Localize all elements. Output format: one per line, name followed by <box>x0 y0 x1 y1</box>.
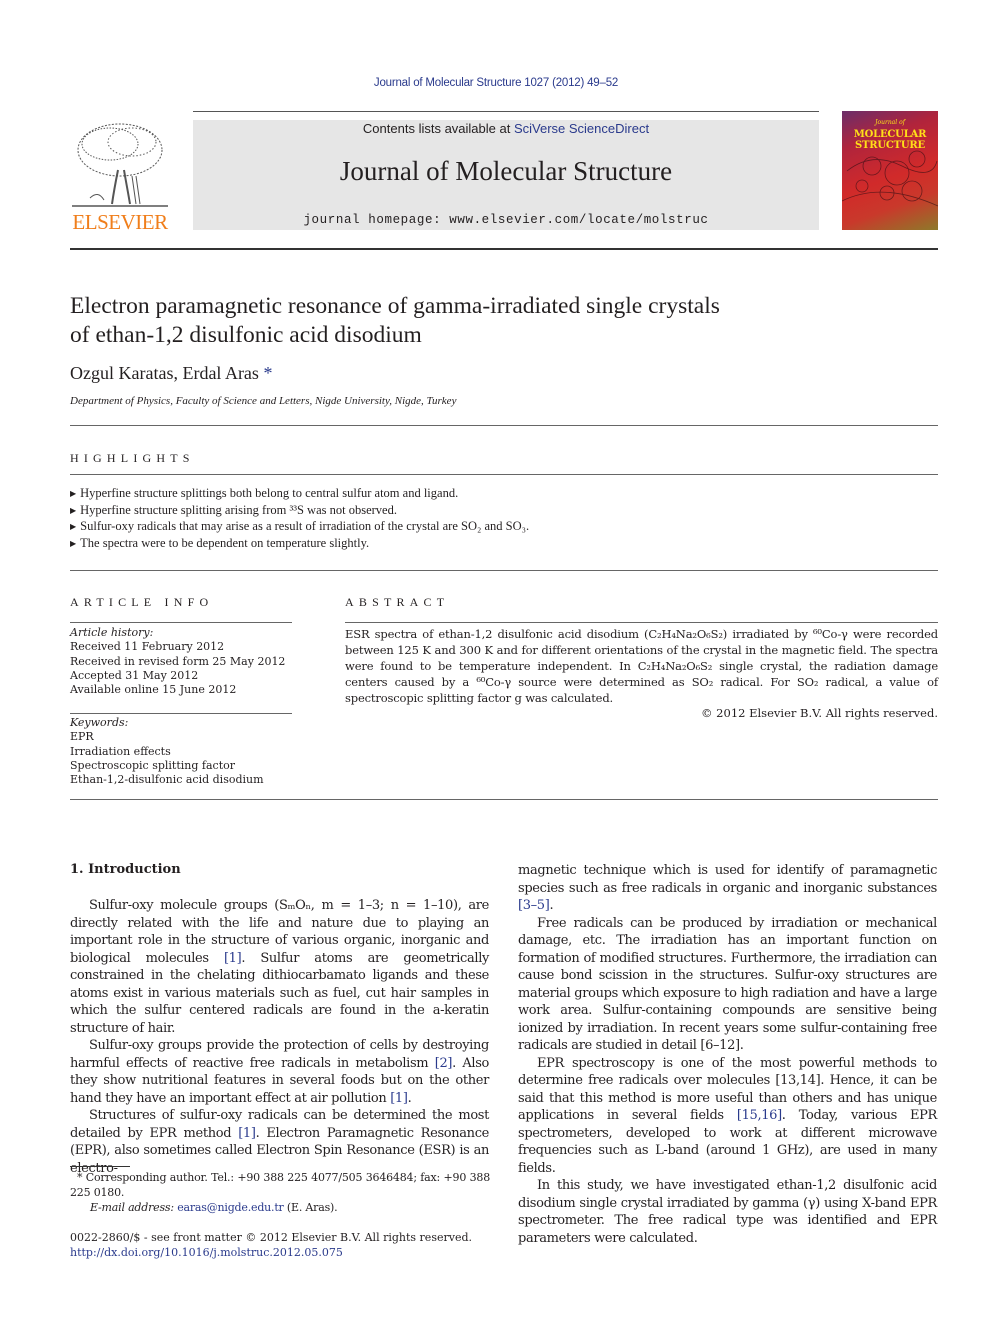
keyword-item: Irradiation effects <box>70 744 171 758</box>
paragraph: Sulfur-oxy molecule groups (SₘOₙ, m = 1–… <box>70 897 489 1037</box>
footnote-rule <box>70 1166 130 1167</box>
elsevier-wordmark: ELSEVIER <box>72 210 168 234</box>
article-title: Electron paramagnetic resonance of gamma… <box>70 292 870 350</box>
divider <box>70 570 938 571</box>
affiliation: Department of Physics, Faculty of Scienc… <box>70 395 457 407</box>
header-rule <box>193 111 819 112</box>
paragraph: magnetic technique which is used for ide… <box>518 862 937 915</box>
highlight-item: The spectra were to be dependent on temp… <box>70 536 529 553</box>
paragraph: In this study, we have investigated etha… <box>518 1178 937 1246</box>
highlight-item: Sulfur-oxy radicals that may arise as a … <box>70 519 529 536</box>
citation-link[interactable]: [1] <box>390 1091 408 1106</box>
title-line-1: Electron paramagnetic resonance of gamma… <box>70 293 720 319</box>
history-item: Received in revised form 25 May 2012 <box>70 654 286 668</box>
paragraph-text: . <box>407 1090 412 1106</box>
cover-texture-icon <box>842 150 938 207</box>
corresponding-author-marker[interactable]: * <box>263 363 272 383</box>
contents-prefix: Contents lists available at <box>362 121 514 136</box>
abstract-text: ESR spectra of ethan-1,2 disulfonic acid… <box>345 627 938 705</box>
paragraph-text: magnetic technique which is used for ide… <box>518 863 937 896</box>
title-line-2: of ethan-1,2 disulfonic acid disodium <box>70 322 422 348</box>
paragraph-text: . <box>549 898 554 913</box>
sciencedirect-link[interactable]: SciVerse ScienceDirect <box>514 121 649 136</box>
elsevier-logo[interactable]: ELSEVIER <box>70 120 170 234</box>
contents-line: Contents lists available at SciVerse Sci… <box>193 121 819 136</box>
abstract-heading: ABSTRACT <box>345 595 450 609</box>
history-label: Article history: <box>70 626 154 639</box>
corresponding-author-note: * Corresponding author. Tel.: +90 388 22… <box>70 1170 490 1200</box>
authors-text: Ozgul Karatas, Erdal Aras <box>70 363 259 383</box>
header-bottom-rule <box>70 248 938 250</box>
section-heading-introduction: 1. Introduction <box>70 862 181 877</box>
citation-link[interactable]: [3–5] <box>518 898 550 913</box>
email-suffix: (E. Aras). <box>283 1201 338 1214</box>
footnote: * Corresponding author. Tel.: +90 388 22… <box>70 1170 490 1215</box>
doi-link[interactable]: http://dx.doi.org/10.1016/j.molstruc.201… <box>70 1246 343 1259</box>
homepage-url-link[interactable]: www.elsevier.com/locate/molstruc <box>449 213 708 227</box>
divider <box>70 799 938 800</box>
journal-citation-link[interactable]: Journal of Molecular Structure 1027 (201… <box>0 77 992 89</box>
journal-homepage: journal homepage: www.elsevier.com/locat… <box>193 213 819 227</box>
citation-link[interactable]: [2] <box>435 1056 453 1071</box>
citation-link[interactable]: [1] <box>224 951 242 966</box>
journal-name: Journal of Molecular Structure <box>339 156 673 186</box>
footnote-text: Corresponding author. Tel.: +90 388 225 … <box>70 1171 490 1199</box>
body-column-right: magnetic technique which is used for ide… <box>518 862 937 1247</box>
keyword-item: Ethan-1,2-disulfonic acid disodium <box>70 773 264 787</box>
divider <box>70 713 292 714</box>
highlights-heading: HIGHLIGHTS <box>70 451 195 465</box>
front-matter: 0022-2860/$ - see front matter © 2012 El… <box>70 1230 490 1260</box>
keywords-label: Keywords: <box>70 716 129 729</box>
divider <box>345 622 938 623</box>
divider <box>70 425 938 426</box>
divider <box>70 474 938 475</box>
paragraph: Sulfur-oxy groups provide the protection… <box>70 1037 489 1107</box>
journal-header-band: Contents lists available at SciVerse Sci… <box>193 120 819 230</box>
front-matter-text: 0022-2860/$ - see front matter © 2012 El… <box>70 1231 472 1244</box>
article-history: Article history: Received 11 February 20… <box>70 626 292 697</box>
keywords: Keywords: EPR Irradiation effects Spectr… <box>70 716 292 787</box>
paragraph: Structures of sulfur-oxy radicals can be… <box>70 1107 489 1177</box>
paragraph: Free radicals can be produced by irradia… <box>518 915 937 1054</box>
journal-cover-image[interactable]: Journal of MOLECULAR STRUCTURE <box>842 111 938 230</box>
body-column-left: Sulfur-oxy molecule groups (SₘOₙ, m = 1–… <box>70 897 489 1177</box>
history-item: Received 11 February 2012 <box>70 640 225 654</box>
highlight-item: Hyperfine structure splitting arising fr… <box>70 503 529 520</box>
email-note: E-mail address: earas@nigde.edu.tr (E. A… <box>70 1200 490 1215</box>
email-link[interactable]: earas@nigde.edu.tr <box>177 1201 284 1214</box>
divider <box>70 622 292 623</box>
paragraph: EPR spectroscopy is one of the most powe… <box>518 1055 937 1178</box>
citation-link[interactable]: [15,16] <box>737 1108 782 1123</box>
keyword-item: Spectroscopic splitting factor <box>70 758 235 772</box>
email-label: E-mail address: <box>90 1201 178 1214</box>
history-item: Accepted 31 May 2012 <box>70 668 199 682</box>
article-info-heading: ARTICLE INFO <box>70 595 214 609</box>
abstract-copyright: © 2012 Elsevier B.V. All rights reserved… <box>701 706 938 720</box>
highlights-list: Hyperfine structure splittings both belo… <box>70 486 529 553</box>
homepage-label: journal homepage: <box>303 213 450 227</box>
paragraph-text: Sulfur-oxy groups provide the protection… <box>70 1038 489 1071</box>
history-item: Available online 15 June 2012 <box>70 683 237 697</box>
citation-link[interactable]: [1] <box>238 1126 256 1141</box>
tree-icon <box>72 123 168 207</box>
keyword-item: EPR <box>70 730 94 744</box>
author-list: Ozgul Karatas, Erdal Aras * <box>70 363 272 384</box>
highlight-item: Hyperfine structure splittings both belo… <box>70 486 529 503</box>
